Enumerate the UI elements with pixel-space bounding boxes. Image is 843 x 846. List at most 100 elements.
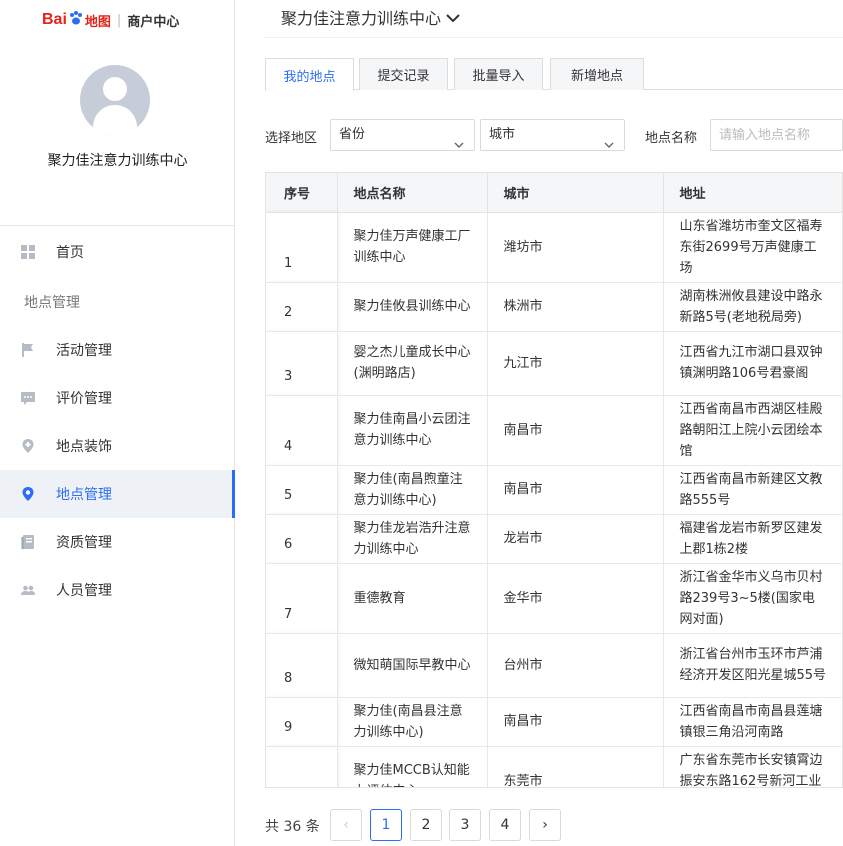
- page-header: 聚力佳注意力训练中心: [265, 0, 843, 38]
- sidebar-item-home[interactable]: 首页: [0, 228, 235, 276]
- row-address: 山东省潍坊市奎文区福寿东街2699号万声健康工场: [663, 212, 842, 283]
- chevron-down-icon: [604, 131, 614, 161]
- row-address: 江西省九江市湖口县双钟镇渊明路106号君豪阁: [663, 331, 842, 396]
- sidebar-item-activity[interactable]: 活动管理: [0, 326, 235, 374]
- row-index: 5: [266, 465, 338, 515]
- table-row[interactable]: 10 聚力佳MCCB认知能力评估中心 东莞市 广东省东莞市长安镇霄边振安东路16…: [266, 746, 842, 787]
- sidebar-item-staff[interactable]: 人员管理: [0, 566, 235, 614]
- sidebar-item-location-management[interactable]: 地点管理: [0, 470, 235, 518]
- shop-name: 聚力佳注意力训练中心: [47, 153, 188, 169]
- row-index: 3: [266, 331, 338, 396]
- location-name-input[interactable]: [710, 119, 843, 151]
- flag-icon: [20, 342, 36, 358]
- row-address: 浙江省金华市义乌市贝村路239号3~5楼(国家电网对面): [663, 563, 842, 634]
- city-select[interactable]: 城市: [480, 119, 625, 151]
- baidu-map-logo[interactable]: Bai 地图 | 商户中心: [42, 6, 179, 34]
- table-header-row: 序号 地点名称 城市 地址: [266, 173, 842, 213]
- sidebar-divider: [0, 225, 235, 226]
- row-address: 江西省南昌市新建区文教路555号: [663, 465, 842, 515]
- row-address: 浙江省台州市玉环市芦浦经济开发区阳光星城55号: [663, 633, 842, 698]
- row-city: 株洲市: [487, 282, 664, 332]
- column-header-name: 地点名称: [337, 173, 488, 213]
- table-row[interactable]: 1 聚力佳万声健康工厂训练中心 潍坊市 山东省潍坊市奎文区福寿东街2699号万声…: [266, 212, 842, 283]
- logo-separator: |: [116, 12, 122, 28]
- row-city: 南昌市: [487, 395, 664, 466]
- row-location-name: 重德教育: [337, 563, 488, 634]
- table-row[interactable]: 9 聚力佳(南昌县注意力训练中心) 南昌市 江西省南昌市南昌县莲塘镇银三角沿河南…: [266, 697, 842, 747]
- chevron-down-icon[interactable]: [445, 10, 461, 29]
- sidebar-item-label: 人员管理: [56, 583, 112, 599]
- tab-batch-import[interactable]: 批量导入: [454, 58, 543, 90]
- row-location-name: 聚力佳龙岩浩升注意力训练中心: [337, 514, 488, 564]
- avatar[interactable]: [80, 65, 150, 135]
- people-icon: [20, 582, 36, 598]
- location-decor-icon: [20, 438, 36, 454]
- location-pin-icon: [20, 486, 36, 502]
- row-city: 龙岩市: [487, 514, 664, 564]
- row-location-name: 聚力佳MCCB认知能力评估中心: [337, 746, 488, 787]
- page-button-3[interactable]: 3: [449, 809, 481, 841]
- tab-submission-records[interactable]: 提交记录: [359, 58, 448, 90]
- column-header-address: 地址: [663, 173, 842, 213]
- column-header-city: 城市: [487, 173, 664, 213]
- row-city: 台州市: [487, 633, 664, 698]
- tab-add-location[interactable]: 新增地点: [550, 58, 644, 90]
- table-row[interactable]: 8 微知萌国际早教中心 台州市 浙江省台州市玉环市芦浦经济开发区阳光星城55号: [266, 633, 842, 698]
- sidebar-group-label: 地点管理: [24, 295, 80, 311]
- page-title[interactable]: 聚力佳注意力训练中心: [281, 5, 441, 29]
- row-index: 9: [266, 697, 338, 747]
- sidebar-item-label: 资质管理: [56, 535, 112, 551]
- sidebar: Bai 地图 | 商户中心 聚力佳注意力训练中心 首页 地点管理 活动管理 评价…: [0, 0, 235, 846]
- row-city: 南昌市: [487, 465, 664, 515]
- page-button-4[interactable]: 4: [489, 809, 521, 841]
- table-row[interactable]: 3 婴之杰儿童成长中心(渊明路店) 九江市 江西省九江市湖口县双钟镇渊明路106…: [266, 331, 842, 396]
- grid-icon: [20, 244, 36, 260]
- row-location-name: 聚力佳攸县训练中心: [337, 282, 488, 332]
- prev-page-button[interactable]: ‹: [330, 809, 362, 841]
- table-row[interactable]: 7 重德教育 金华市 浙江省金华市义乌市贝村路239号3~5楼(国家电网对面): [266, 563, 842, 634]
- page-button-2[interactable]: 2: [410, 809, 442, 841]
- total-count: 共 36 条: [265, 819, 320, 835]
- sidebar-item-location-decor[interactable]: 地点装饰: [0, 422, 235, 470]
- row-city: 九江市: [487, 331, 664, 396]
- paw-icon: [68, 10, 84, 30]
- region-label: 选择地区: [265, 131, 318, 146]
- row-location-name: 聚力佳南昌小云团注意力训练中心: [337, 395, 488, 466]
- table-row[interactable]: 4 聚力佳南昌小云团注意力训练中心 南昌市 江西省南昌市西湖区桂殿路朝阳江上院小…: [266, 395, 842, 466]
- province-select-value: 省份: [339, 127, 366, 142]
- row-city: 潍坊市: [487, 212, 664, 283]
- avatar-body-shape: [93, 105, 137, 135]
- row-address: 福建省龙岩市新罗区建发上郡1栋2楼: [663, 514, 842, 564]
- tab-bar: 我的地点 提交记录 批量导入 新增地点: [265, 58, 843, 91]
- row-index: 8: [266, 633, 338, 698]
- tab-my-locations[interactable]: 我的地点: [265, 58, 354, 91]
- row-address: 江西省南昌市南昌县莲塘镇银三角沿河南路: [663, 697, 842, 747]
- row-index: 10: [266, 746, 338, 787]
- row-location-name: 聚力佳万声健康工厂训练中心: [337, 212, 488, 283]
- avatar-head-shape: [103, 77, 127, 101]
- row-address: 江西省南昌市西湖区桂殿路朝阳江上院小云团绘本馆: [663, 395, 842, 466]
- row-index: 7: [266, 563, 338, 634]
- table-row[interactable]: 5 聚力佳(南昌煦童注意力训练中心) 南昌市 江西省南昌市新建区文教路555号: [266, 465, 842, 515]
- locations-table: 序号 地点名称 城市 地址 1 聚力佳万声健康工厂训练中心 潍坊市 山东省潍坊市…: [265, 172, 843, 788]
- row-location-name: 微知萌国际早教中心: [337, 633, 488, 698]
- table-row[interactable]: 2 聚力佳攸县训练中心 株洲市 湖南株洲攸县建设中路永新路5号(老地税局旁): [266, 282, 842, 332]
- table-row[interactable]: 6 聚力佳龙岩浩升注意力训练中心 龙岩市 福建省龙岩市新罗区建发上郡1栋2楼: [266, 514, 842, 564]
- row-index: 6: [266, 514, 338, 564]
- column-header-index: 序号: [266, 173, 338, 213]
- row-index: 2: [266, 282, 338, 332]
- row-location-name: 聚力佳(南昌煦童注意力训练中心): [337, 465, 488, 515]
- page-button-1[interactable]: 1: [370, 809, 402, 841]
- row-city: 南昌市: [487, 697, 664, 747]
- row-index: 1: [266, 212, 338, 283]
- sidebar-item-qualification[interactable]: 资质管理: [0, 518, 235, 566]
- next-page-button[interactable]: ›: [529, 809, 561, 841]
- merchant-center-label: 商户中心: [127, 14, 180, 30]
- sidebar-item-label: 活动管理: [56, 343, 112, 359]
- province-select[interactable]: 省份: [330, 119, 475, 151]
- row-address: 湖南株洲攸县建设中路永新路5号(老地税局旁): [663, 282, 842, 332]
- document-icon: [20, 534, 36, 550]
- sidebar-item-reviews[interactable]: 评价管理: [0, 374, 235, 422]
- row-location-name: 婴之杰儿童成长中心(渊明路店): [337, 331, 488, 396]
- row-location-name: 聚力佳(南昌县注意力训练中心): [337, 697, 488, 747]
